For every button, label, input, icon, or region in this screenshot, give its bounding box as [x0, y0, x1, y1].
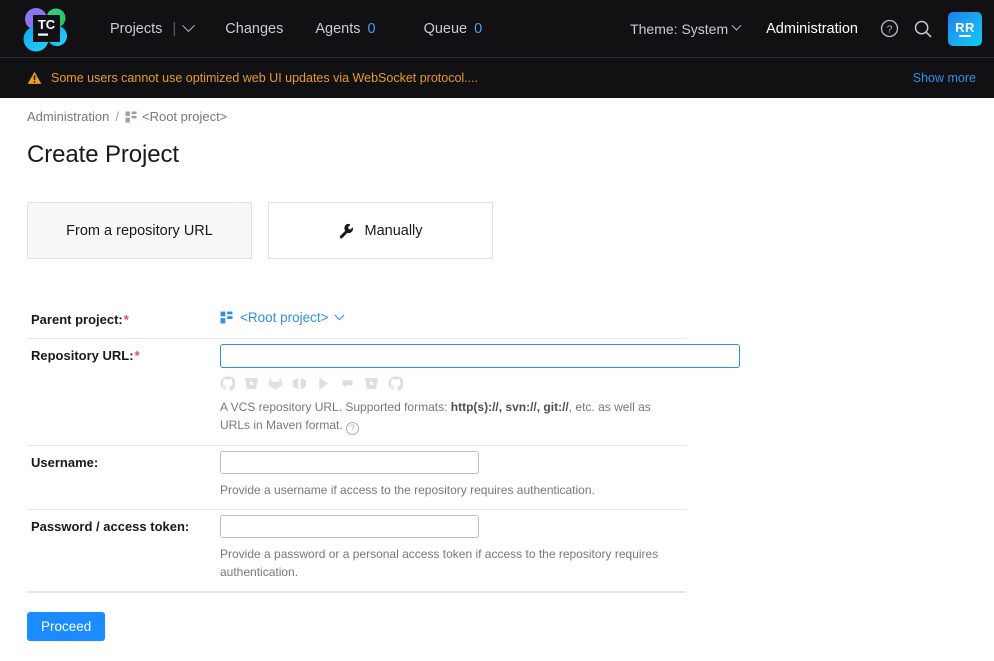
- vcs-provider-icons: [220, 375, 740, 391]
- username-input[interactable]: [220, 451, 479, 474]
- repository-url-field-wrap: A VCS repository URL. Supported formats:…: [220, 339, 740, 445]
- svg-text:?: ?: [886, 25, 892, 36]
- nav-item-projects[interactable]: Projects |: [94, 14, 209, 43]
- question-circle-icon: ?: [880, 19, 898, 38]
- system-warning-banner: Some users cannot use optimized web UI u…: [0, 57, 994, 98]
- repository-url-label: Repository URL:*: [31, 339, 220, 363]
- nav-item-agents-label: Agents: [315, 20, 361, 37]
- nav-item-changes[interactable]: Changes: [209, 15, 299, 43]
- username-help: Provide a username if access to the repo…: [220, 483, 595, 497]
- github-enterprise-icon: [388, 375, 403, 391]
- azure-devops-icon: [292, 377, 307, 389]
- nav-item-administration[interactable]: Administration: [752, 15, 872, 43]
- page-title: Create Project: [27, 141, 179, 168]
- queue-count: 0: [474, 20, 483, 37]
- tab-from-repository-url-label: From a repository URL: [66, 222, 213, 239]
- nav-item-queue-label: Queue: [423, 20, 468, 37]
- username-field-wrap: Provide a username if access to the repo…: [220, 446, 686, 509]
- tab-from-repository-url[interactable]: From a repository URL: [27, 202, 252, 259]
- form-footer: Proceed: [27, 592, 686, 641]
- bitbucket-server-icon: [364, 377, 379, 389]
- nav-item-agents[interactable]: Agents 0: [299, 15, 391, 43]
- create-mode-tabs: From a repository URL Manually: [27, 202, 994, 259]
- breadcrumb-item-administration[interactable]: Administration: [27, 109, 109, 124]
- form-row-parent-project: Parent project:* <Root project>: [27, 303, 686, 339]
- main-content: Administration / <Root project> Create P…: [0, 98, 994, 641]
- tab-manually-label: Manually: [364, 222, 423, 239]
- user-avatar[interactable]: RR: [948, 11, 982, 46]
- warning-triangle-icon: [27, 71, 42, 84]
- top-header: TC Projects | Changes Agents 0 Queue 0 T…: [0, 0, 994, 57]
- svg-text:TC: TC: [38, 17, 56, 32]
- header-right-actions: Theme: System Administration ? RR: [618, 11, 982, 46]
- teamcity-logo[interactable]: TC: [18, 6, 76, 52]
- password-input[interactable]: [220, 515, 479, 538]
- primary-nav: Projects | Changes Agents 0 Queue 0: [94, 14, 498, 43]
- required-marker: *: [123, 312, 129, 327]
- banner-message: Some users cannot use optimized web UI u…: [27, 71, 478, 85]
- github-icon: [220, 375, 235, 391]
- repository-url-help-formats: http(s)://, svn://, git://: [450, 400, 569, 414]
- repository-url-label-text: Repository URL:: [31, 348, 134, 363]
- gitlab-icon: [268, 376, 283, 390]
- perforce-icon: [319, 376, 329, 390]
- search-button[interactable]: [906, 12, 940, 46]
- nav-item-projects-label: Projects: [110, 20, 163, 37]
- username-label: Username:: [31, 455, 99, 470]
- password-help: Provide a password or a personal access …: [220, 547, 659, 579]
- bitbucket-icon: [244, 377, 259, 389]
- project-grid-icon: [220, 311, 233, 324]
- parent-project-label-text: Parent project:: [31, 312, 123, 327]
- repository-url-help-prefix: A VCS repository URL. Supported formats:: [220, 400, 451, 414]
- repository-url-help: A VCS repository URL. Supported formats:…: [220, 398, 680, 435]
- project-grid-icon: [125, 111, 137, 122]
- chevron-down-icon[interactable]: [182, 19, 196, 33]
- teamcity-logo-icon: TC: [23, 7, 67, 51]
- breadcrumb-item-root-project[interactable]: <Root project>: [125, 109, 227, 124]
- avatar-initials: RR: [955, 19, 975, 35]
- theme-selector-label: Theme: System: [630, 20, 729, 37]
- banner-text[interactable]: Some users cannot use optimized web UI u…: [51, 71, 478, 85]
- search-icon: [914, 20, 932, 37]
- password-label: Password / access token:: [31, 519, 190, 534]
- breadcrumb-separator: /: [115, 109, 119, 124]
- create-project-form: Parent project:* <Root project> Reposito…: [27, 303, 740, 592]
- form-row-password: Password / access token: Provide a passw…: [27, 510, 686, 592]
- proceed-button[interactable]: Proceed: [27, 612, 106, 641]
- breadcrumb-current-label: <Root project>: [142, 109, 228, 124]
- parent-project-value-wrap: <Root project>: [220, 303, 686, 335]
- parent-project-selector[interactable]: <Root project>: [220, 303, 686, 325]
- mercurial-icon: [342, 379, 353, 388]
- required-marker: *: [134, 348, 140, 363]
- form-row-repository-url: Repository URL:* A VCS repository URL. S…: [27, 339, 740, 446]
- chevron-down-icon: [731, 20, 742, 31]
- password-field-wrap: Provide a password or a personal access …: [220, 510, 686, 591]
- banner-show-more-link[interactable]: Show more: [913, 71, 976, 85]
- help-button[interactable]: ?: [872, 12, 906, 46]
- repository-url-input[interactable]: [220, 344, 740, 368]
- form-row-username: Username: Provide a username if access t…: [27, 446, 686, 510]
- nav-item-queue[interactable]: Queue 0: [408, 15, 499, 43]
- chevron-down-icon[interactable]: [334, 310, 345, 321]
- agents-count: 0: [367, 20, 376, 37]
- parent-project-value[interactable]: <Root project>: [240, 310, 329, 325]
- breadcrumb: Administration / <Root project>: [27, 98, 994, 124]
- theme-selector[interactable]: Theme: System: [618, 15, 752, 43]
- tab-manually[interactable]: Manually: [268, 202, 493, 259]
- nav-divider: |: [172, 20, 177, 37]
- parent-project-label: Parent project:*: [31, 303, 220, 327]
- avatar-underline: [959, 34, 971, 37]
- nav-item-changes-label: Changes: [225, 20, 284, 37]
- wrench-icon: [340, 223, 354, 238]
- question-circle-icon[interactable]: ?: [345, 422, 359, 435]
